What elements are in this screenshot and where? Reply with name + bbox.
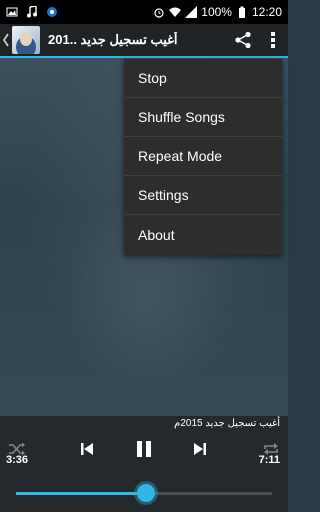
battery-icon (238, 6, 245, 18)
pause-button[interactable] (135, 440, 153, 463)
seek-progress (16, 492, 147, 495)
pause-icon (137, 441, 151, 457)
status-bar: 100% 12:20 (0, 0, 288, 24)
next-button[interactable] (193, 442, 207, 461)
menu-item-settings[interactable]: Settings (124, 176, 282, 215)
battery-percent: 100% (201, 5, 232, 19)
share-button[interactable] (234, 31, 252, 49)
share-icon (235, 31, 251, 49)
action-bar: أغيب تسجيل جديد ..201 (0, 24, 288, 58)
total-duration: 7:11 (258, 454, 280, 466)
transport-controls (0, 440, 288, 472)
overflow-menu-icon (271, 32, 275, 48)
overflow-menu: Stop Shuffle Songs Repeat Mode Settings … (124, 59, 282, 255)
elapsed-time: 3:36 (6, 454, 29, 466)
music-note-icon (27, 6, 37, 18)
menu-item-shuffle-songs[interactable]: Shuffle Songs (124, 98, 282, 137)
back-arrow-icon[interactable] (2, 33, 10, 47)
clock: 12:20 (251, 5, 282, 19)
seek-bar[interactable] (16, 484, 272, 502)
menu-item-about[interactable]: About (124, 215, 282, 254)
previous-button[interactable] (80, 442, 94, 461)
menu-item-stop[interactable]: Stop (124, 59, 282, 98)
album-avatar[interactable] (12, 26, 40, 54)
skip-previous-icon (81, 443, 93, 455)
page-title: أغيب تسجيل جديد ..201 (48, 32, 178, 47)
alarm-icon (154, 8, 164, 18)
signal-icon (185, 6, 198, 18)
seek-thumb[interactable] (137, 484, 156, 502)
skip-next-icon (194, 443, 206, 455)
overflow-menu-button[interactable] (270, 31, 276, 49)
menu-item-repeat-mode[interactable]: Repeat Mode (124, 137, 282, 176)
image-notification-icon (6, 7, 18, 17)
wifi-icon (169, 7, 182, 17)
track-title: أغيب تسجيل جديد 2015م (174, 418, 280, 429)
app-notification-icon (47, 7, 57, 17)
player-controls-panel: أغيب تسجيل جديد 2015م 3:36 7:11 (0, 416, 288, 512)
